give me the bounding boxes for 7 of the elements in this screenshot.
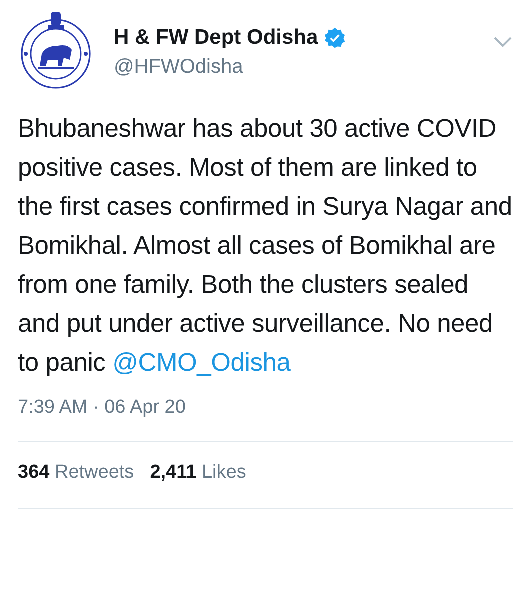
account-name[interactable]: H & FW Dept Odisha	[114, 26, 318, 50]
tweet-timestamp: 7:39 AM · 06 Apr 20	[18, 397, 186, 419]
engagement-count[interactable]: 364 Retweets	[18, 462, 134, 484]
account-handle[interactable]: @HFWOdisha	[114, 56, 473, 79]
tweet-text: Bhubaneshwar has about 30 active COVID positive cases. Most of them are linked to the first cases confirmed in Surya Nagar and Bomikhal. Almost all cases of Bomikhal are from one family. Both the clusters sealed and put under active surveillance. No need to panic @CMO_Odisha	[18, 114, 513, 379]
chevron-down-icon[interactable]	[493, 36, 513, 48]
engagement-count[interactable]: 2,411 Likes	[150, 462, 246, 484]
